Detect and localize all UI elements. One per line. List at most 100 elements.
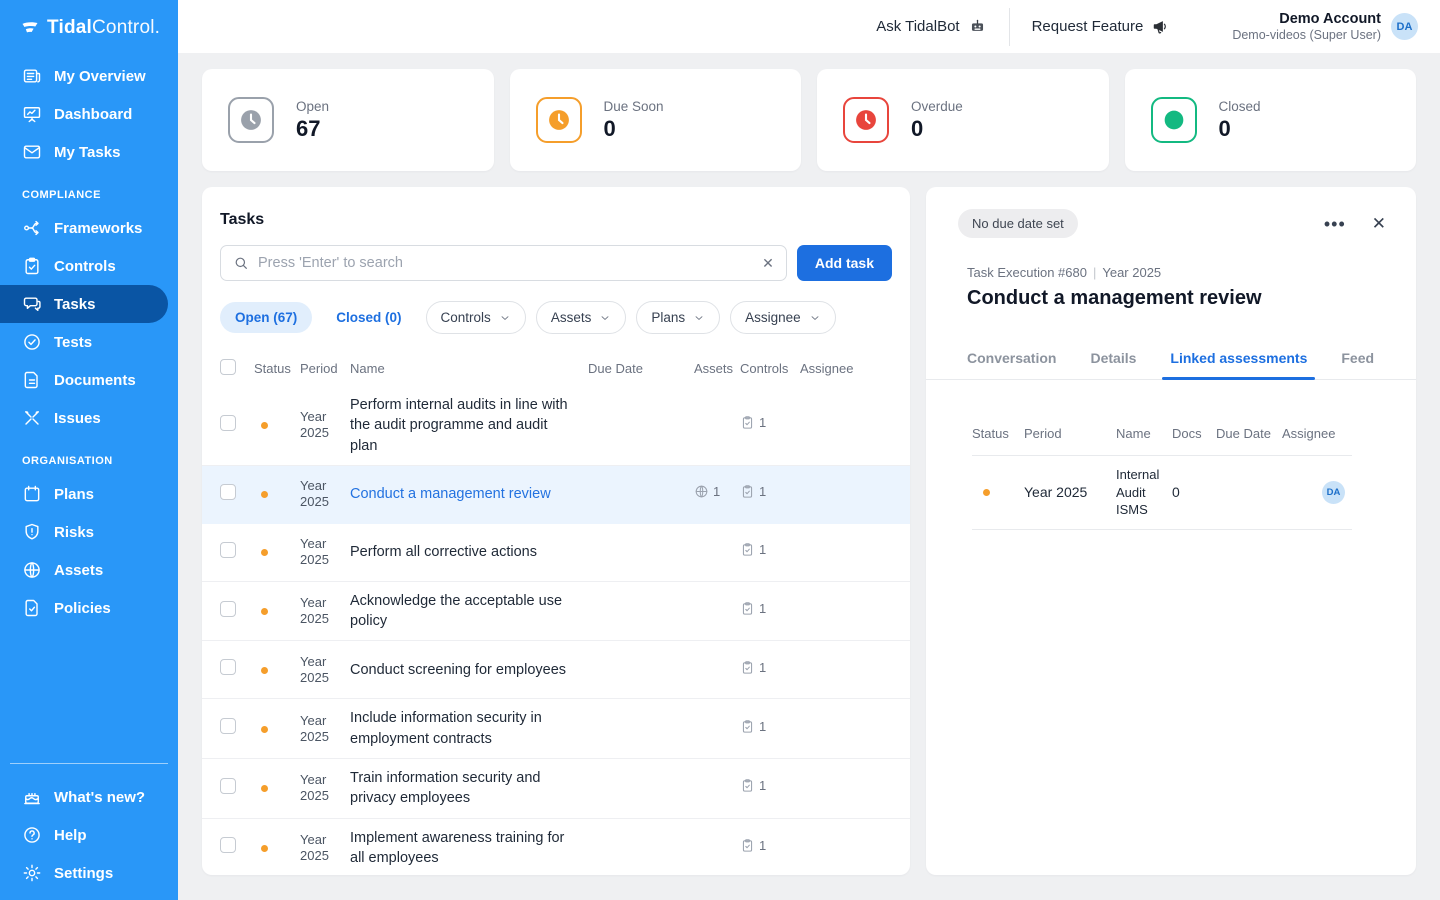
tab-feed[interactable]: Feed [1341,350,1374,379]
clipboard-icon [740,542,755,557]
row-checkbox[interactable] [220,659,236,675]
account-subtitle: Demo-videos (Super User) [1232,28,1381,42]
task-row[interactable]: Year 2025 Train information security and… [202,759,910,819]
task-period: Year 2025 [300,409,350,442]
sidebar-item-risks[interactable]: Risks [0,513,168,551]
sidebar-item-plans[interactable]: Plans [0,475,168,513]
row-checkbox[interactable] [220,718,236,734]
sidebar-item-policies[interactable]: Policies [0,589,168,627]
sidebar-item-documents[interactable]: Documents [0,361,168,399]
stat-label: Due Soon [604,99,664,114]
closed-dot-icon [1151,97,1197,143]
frameworks-icon [22,218,42,238]
filter-dropdown-assignee[interactable]: Assignee [730,301,836,334]
sidebar-item-controls[interactable]: Controls [0,247,168,285]
tab-details[interactable]: Details [1090,350,1136,379]
row-checkbox[interactable] [220,601,236,617]
detail-tabs: Conversation Details Linked assessments Fee… [926,350,1416,380]
close-icon[interactable]: ✕ [1372,215,1386,232]
sidebar-item-my-tasks[interactable]: My Tasks [0,133,168,171]
sidebar-item-what-s-new[interactable]: What's new? [0,778,168,816]
row-checkbox[interactable] [220,542,236,558]
sidebar-item-label: Documents [54,372,136,389]
sidebar-item-issues[interactable]: Issues [0,399,168,437]
user-avatar[interactable]: DA [1391,13,1418,40]
app-logo[interactable]: TidalControl. [0,0,178,57]
stat-label: Open [296,99,329,114]
task-controls-count: 1 [740,484,800,504]
filter-dropdown-assets[interactable]: Assets [536,301,627,334]
tab-linked-assessments[interactable]: Linked assessments [1170,350,1307,379]
policies-icon [22,598,42,618]
stat-card-overdue: Overdue 0 [817,69,1109,171]
task-name[interactable]: Acknowledge the acceptable use policy [350,591,588,632]
search-icon [233,255,249,271]
row-checkbox[interactable] [220,778,236,794]
task-row[interactable]: Year 2025 Conduct a management review 1 … [202,466,910,524]
task-row[interactable]: Year 2025 Implement awareness training f… [202,819,910,875]
status-dot [261,549,268,556]
sidebar-item-label: My Tasks [54,144,120,161]
tests-icon [22,332,42,352]
linked-assessment-row[interactable]: Year 2025 Internal Audit ISMS 0 DA [972,456,1352,530]
status-dot [261,726,268,733]
account-menu[interactable]: Demo Account Demo-videos (Super User) DA [1192,11,1440,42]
task-row[interactable]: Year 2025 Perform internal audits in lin… [202,386,910,466]
task-controls-count: 1 [740,778,800,798]
add-task-button[interactable]: Add task [797,245,892,281]
megaphone-icon [1151,17,1170,36]
tab-conversation[interactable]: Conversation [967,350,1056,379]
sidebar-item-help[interactable]: Help [0,816,168,854]
task-search-box[interactable]: ✕ [220,245,787,281]
task-row[interactable]: Year 2025 Perform all corrective actions… [202,524,910,582]
sidebar-item-label: Plans [54,486,94,503]
task-name[interactable]: Conduct a management review [350,484,588,504]
assessment-assignee-avatar: DA [1322,481,1345,504]
task-row[interactable]: Year 2025 Acknowledge the acceptable use… [202,582,910,642]
search-clear-icon[interactable]: ✕ [762,256,774,270]
ask-tidalbot-button[interactable]: Ask TidalBot [854,17,1008,36]
task-name[interactable]: Perform all corrective actions [350,542,588,562]
stat-value: 67 [296,116,329,142]
sidebar-item-frameworks[interactable]: Frameworks [0,209,168,247]
row-checkbox[interactable] [220,415,236,431]
linked-column-header-due-date: Due Date [1216,426,1282,441]
filter-dropdown-controls[interactable]: Controls [426,301,526,334]
sidebar-nav: My OverviewDashboardMy TasksCOMPLIANCEFr… [0,57,178,627]
task-period: Year 2025 [300,478,350,511]
sidebar-item-settings[interactable]: Settings [0,854,168,892]
request-feature-button[interactable]: Request Feature [1010,17,1193,36]
row-checkbox[interactable] [220,484,236,500]
sidebar-item-assets[interactable]: Assets [0,551,168,589]
filter-open-tab[interactable]: Open (67) [220,302,312,333]
account-name: Demo Account [1232,11,1381,27]
task-row[interactable]: Year 2025 Conduct screening for employee… [202,641,910,699]
sidebar-item-my-overview[interactable]: My Overview [0,57,168,95]
column-header-assignee: Assignee [800,361,892,376]
more-options-icon[interactable]: ••• [1324,215,1346,233]
sidebar-section-organisation: ORGANISATION [0,437,178,475]
filter-closed-tab[interactable]: Closed (0) [322,302,415,333]
assessment-name: Internal Audit ISMS [1116,466,1172,519]
task-search-input[interactable] [258,255,753,271]
task-assets-count: 1 [694,484,740,504]
filter-dropdown-plans[interactable]: Plans [636,301,720,334]
task-name[interactable]: Conduct screening for employees [350,660,588,680]
app-title: TidalControl. [47,17,160,39]
select-all-checkbox[interactable] [220,359,236,375]
row-checkbox[interactable] [220,837,236,853]
sidebar-item-dashboard[interactable]: Dashboard [0,95,168,133]
due-date-badge: No due date set [958,209,1078,238]
task-row[interactable]: Year 2025 Include information security i… [202,699,910,759]
plans-icon [22,484,42,504]
sidebar-item-tests[interactable]: Tests [0,323,168,361]
clipboard-icon [740,719,755,734]
task-detail-title: Conduct a management review [967,287,1416,310]
task-name[interactable]: Train information security and privacy e… [350,768,588,809]
chevron-down-icon [693,312,705,324]
task-name[interactable]: Implement awareness training for all emp… [350,828,588,869]
task-name[interactable]: Perform internal audits in line with the… [350,395,588,456]
clock-icon [536,97,582,143]
task-name[interactable]: Include information security in employme… [350,708,588,749]
sidebar-item-tasks[interactable]: Tasks [0,285,168,323]
